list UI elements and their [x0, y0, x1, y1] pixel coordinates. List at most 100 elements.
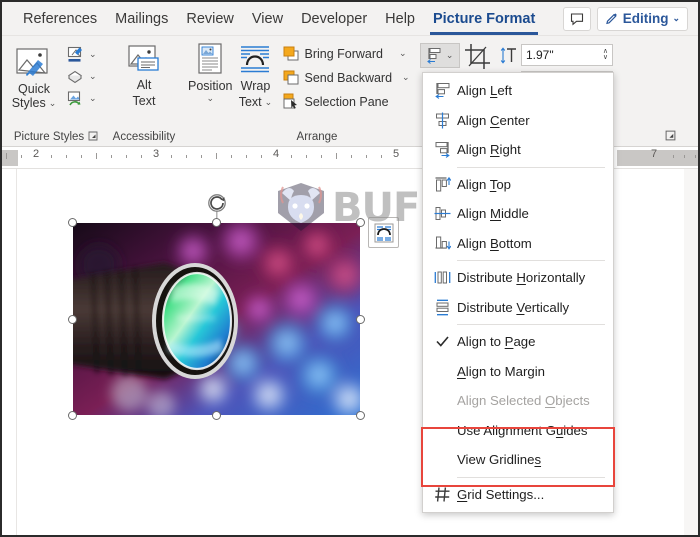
- picture-layout-button[interactable]: ⌄: [64, 88, 99, 109]
- menu-separator: [457, 324, 605, 325]
- ribbon-tab-strip: References Mailings Review View Develope…: [2, 2, 698, 36]
- align-center-icon: [427, 112, 457, 129]
- align-left-icon: [427, 82, 457, 100]
- ribbon-group-label-arrange: Arrange: [178, 128, 456, 146]
- chevron-down-icon: ⌄: [48, 98, 57, 109]
- tab-picture-format[interactable]: Picture Format: [424, 7, 544, 35]
- ribbon-group-picture-styles: Quick Styles ⌄ ⌄ ⌄ ⌄ Picture Styles: [2, 36, 110, 146]
- menu-item-align-to-margin[interactable]: Align to Margin: [423, 357, 613, 387]
- picture-effects-button[interactable]: ⌄: [64, 66, 99, 87]
- ruler-tick: [6, 153, 7, 159]
- menu-item-align-to-page[interactable]: Align to Page: [423, 327, 613, 357]
- chevron-down-icon: ⌄: [89, 71, 97, 81]
- menu-item-label: Align to Page: [457, 334, 536, 350]
- menu-item-distribute-horizontally[interactable]: Distribute Horizontally: [423, 263, 613, 293]
- menu-item-align-right[interactable]: Align Right: [423, 135, 613, 165]
- menu-item-grid-settings[interactable]: Grid Settings...: [423, 480, 613, 510]
- vertical-scrollbar[interactable]: [684, 169, 698, 535]
- menu-separator: [457, 166, 605, 168]
- send-backward-button[interactable]: Send Backward ⌄: [280, 67, 411, 88]
- ruler-tick: [216, 153, 217, 159]
- align-right-icon: [427, 141, 457, 159]
- selection-pane-button[interactable]: Selection Pane: [280, 91, 411, 112]
- ruler-tick: [126, 155, 127, 158]
- resize-handle-middle-right[interactable]: [356, 314, 365, 324]
- alt-text-label-2: Text: [132, 94, 156, 109]
- editing-mode-button[interactable]: Editing ⌄: [596, 6, 688, 31]
- chevron-down-icon: ⌄: [264, 97, 273, 108]
- resize-handle-middle-left[interactable]: [68, 314, 77, 324]
- selection-pane-label: Selection Pane: [304, 94, 389, 109]
- align-top-icon: [427, 176, 457, 193]
- resize-handle-bottom-left[interactable]: [68, 411, 77, 420]
- resize-handle-top-right[interactable]: [356, 218, 365, 227]
- resize-handle-top-left[interactable]: [68, 218, 77, 227]
- menu-item-align-middle[interactable]: Align Middle: [423, 199, 613, 229]
- ruler-tick: [336, 153, 337, 159]
- shape-height-field[interactable]: 1.97" ∧ ∨: [521, 44, 613, 66]
- ruler-tick: [261, 155, 262, 158]
- alt-text-button[interactable]: Alt Text: [118, 44, 170, 109]
- menu-item-label: Use Alignment Guides: [457, 422, 588, 438]
- picture-effects-icon: [68, 70, 82, 83]
- tab-review[interactable]: Review: [177, 7, 243, 31]
- menu-item-align-left[interactable]: Align Left: [423, 76, 613, 106]
- align-objects-button[interactable]: ⌄: [419, 43, 460, 68]
- menu-item-use-alignment-guides[interactable]: Use Alignment Guides: [423, 416, 613, 446]
- menu-separator: [457, 476, 605, 478]
- tab-help[interactable]: Help: [376, 7, 424, 31]
- menu-item-align-bottom[interactable]: Align Bottom: [423, 229, 613, 259]
- wrap-text-button[interactable]: Wrap Text ⌄: [238, 43, 272, 110]
- ruler-tick: [231, 155, 232, 158]
- menu-separator: [457, 260, 605, 261]
- ruler-tick: [673, 155, 674, 158]
- align-bottom-icon: [427, 235, 457, 252]
- resize-handle-top-center[interactable]: [212, 218, 221, 227]
- quick-styles-button[interactable]: Quick Styles ⌄: [8, 46, 60, 111]
- rotate-handle[interactable]: [207, 193, 227, 213]
- ruler-tick: [291, 155, 292, 158]
- menu-item-align-top[interactable]: Align Top: [423, 170, 613, 200]
- tab-view[interactable]: View: [243, 7, 292, 31]
- tab-mailings[interactable]: Mailings: [106, 7, 177, 31]
- dialog-launcher-icon[interactable]: [665, 130, 676, 144]
- menu-item-distribute-vertically[interactable]: Distribute Vertically: [423, 293, 613, 323]
- align-objects-dropdown-menu[interactable]: Align Left Align Center Align Right Align T…: [422, 72, 614, 513]
- spin-down-icon[interactable]: ∨: [603, 54, 608, 61]
- resize-handle-bottom-right[interactable]: [356, 411, 365, 420]
- quick-styles-icon: [16, 48, 48, 76]
- crop-icon: [465, 44, 490, 69]
- word-window: References Mailings Review View Develope…: [0, 0, 700, 537]
- resize-handle-bottom-center[interactable]: [212, 411, 221, 420]
- picture-image-camera-lens[interactable]: [73, 223, 360, 415]
- selected-picture[interactable]: [68, 194, 365, 420]
- quick-styles-label-1: Quick: [18, 82, 50, 96]
- bring-forward-button[interactable]: Bring Forward ⌄: [280, 43, 411, 64]
- layout-options-button[interactable]: [368, 217, 399, 248]
- position-button[interactable]: Position ⌄: [188, 43, 232, 104]
- tab-developer[interactable]: Developer: [292, 7, 376, 31]
- group-label-text: Picture Styles: [13, 131, 85, 143]
- dialog-launcher-icon[interactable]: [88, 131, 98, 144]
- menu-item-align-center[interactable]: Align Center: [423, 106, 613, 136]
- ruler-number: 2: [32, 148, 40, 160]
- alt-text-icon: [128, 45, 159, 71]
- menu-item-label: Align Left: [457, 83, 513, 99]
- grid-icon: [427, 486, 457, 503]
- tab-references[interactable]: References: [14, 7, 106, 31]
- ruler-tick: [141, 155, 142, 158]
- ruler-number: 4: [272, 148, 280, 160]
- position-icon: [198, 43, 222, 74]
- shape-height-spinner[interactable]: ∧ ∨: [603, 48, 608, 61]
- camera-lens-bokeh-image: [73, 223, 360, 415]
- menu-item-view-gridlines[interactable]: View Gridlines: [423, 445, 613, 475]
- picture-border-icon: [67, 46, 82, 62]
- editing-label: Editing: [622, 11, 669, 26]
- comment-icon[interactable]: [562, 6, 591, 31]
- ribbon-group-accessibility: Alt Text Accessibility: [110, 36, 178, 146]
- picture-border-button[interactable]: ⌄: [64, 44, 99, 65]
- ruler-number: 3: [152, 148, 160, 160]
- send-backward-label: Send Backward: [304, 70, 393, 85]
- menu-item-label: Align Middle: [457, 206, 529, 222]
- ribbon-group-arrange: Position ⌄ Wrap Text ⌄ Bring Forward ⌄ S…: [178, 36, 460, 146]
